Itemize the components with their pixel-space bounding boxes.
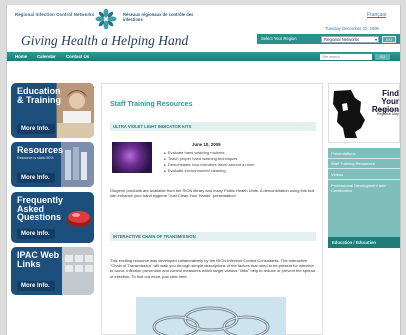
list-item: Teach proper hand washing techniques (164, 156, 238, 161)
side-menu: Presentations Staff Training Resources V… (328, 148, 400, 248)
ontario-map-icon (333, 90, 365, 138)
promo-ipac-web-links[interactable]: IPAC Web Links More Info. (11, 247, 94, 295)
logo-text-en[interactable]: Regional Infection Control Networks (15, 12, 95, 17)
promo-title: Frequently Asked Questions (17, 195, 64, 222)
chain-description: This exciting resource was developed col… (110, 258, 315, 279)
side-footer: Education / Education (328, 237, 400, 248)
region-label: Select Your Region (261, 36, 297, 41)
promo-education-training[interactable]: Education & Training More Info. (11, 83, 94, 138)
uv-description: Glogerm products are available from the … (110, 188, 315, 199)
search-go-button[interactable]: GO (375, 53, 390, 60)
section-heading-chain: INTERACTIVE CHAIN OF TRANSMISSION (110, 232, 316, 241)
promo-faq[interactable]: Frequently Asked Questions More Info. (11, 192, 94, 243)
section-heading-uv: ULTRA VIOLET LIGHT INDICATOR KITS (110, 122, 316, 131)
promo-resources[interactable]: Resources Resource is static 50% More In… (11, 142, 94, 187)
side-item-presentations[interactable]: Presentations (331, 151, 397, 156)
search-input[interactable]: Site search (320, 53, 372, 60)
list-item: Demonstrate how microbes travel around a… (164, 162, 255, 167)
map-subtitle: Click Here for Regional Map (376, 108, 399, 116)
language-link[interactable]: Français (367, 12, 386, 18)
chevron-down-icon: ▾ (374, 36, 377, 42)
nav-calendar[interactable]: Calendar (37, 54, 56, 59)
nav-contact-us[interactable]: Contact Us (66, 54, 89, 59)
nav-home[interactable]: Home (15, 54, 27, 59)
current-date: Tuesday December 22, 2009 (325, 26, 379, 31)
side-item-videos[interactable]: Videos (331, 172, 397, 177)
logo-icon[interactable] (95, 8, 117, 30)
promo-title: IPAC Web Links (17, 250, 60, 269)
article-date: June 10, 2009 (192, 142, 221, 147)
more-info-button[interactable]: More Info. (17, 281, 55, 291)
top-navbar: Home Calendar Contact Us Site search GO (7, 52, 400, 61)
more-info-button[interactable]: More Info. (17, 173, 55, 183)
chain-of-transmission-diagram[interactable] (136, 297, 286, 335)
divider (328, 158, 400, 159)
promo-subtitle: Resource is static 50% (17, 156, 54, 160)
region-select[interactable]: Regional Networks ▾ (321, 35, 379, 43)
side-item-professional-development[interactable]: Professional Development and Certificati… (331, 183, 397, 193)
promo-title: Education & Training (17, 86, 62, 105)
region-go-button[interactable]: GO (382, 35, 396, 43)
books-image (61, 142, 94, 187)
more-info-button[interactable]: More Info. (17, 229, 55, 239)
region-selector-bar: Select Your Region Regional Networks ▾ G… (257, 34, 400, 44)
tagline: Giving Health a Helping Hand (21, 33, 189, 48)
page-title: Staff Training Resources (110, 101, 193, 108)
student-writing-image (57, 83, 94, 138)
divider (328, 179, 400, 180)
list-item: Evaluate environmental cleaning (164, 168, 226, 173)
main-content: Staff Training Resources ULTRA VIOLET LI… (101, 83, 323, 335)
side-item-staff-training[interactable]: Staff Training Resources (331, 161, 397, 166)
find-your-region-box[interactable]: Find Your Region Click Here for Regional… (328, 83, 400, 143)
region-select-value: Regional Networks (324, 36, 360, 42)
list-item: Evaluate hand washing routines (164, 150, 225, 155)
page: Regional Infection Control Networks Rése… (6, 5, 401, 335)
uv-light-image (112, 142, 152, 173)
logo-text-fr[interactable]: Réseaux régionaux de contrôle des infect… (123, 12, 213, 22)
red-button-icon (67, 211, 91, 227)
divider (328, 168, 400, 169)
keyboard-image (62, 247, 94, 295)
promo-title: Resources (17, 145, 64, 155)
more-info-button[interactable]: More Info. (17, 124, 55, 134)
